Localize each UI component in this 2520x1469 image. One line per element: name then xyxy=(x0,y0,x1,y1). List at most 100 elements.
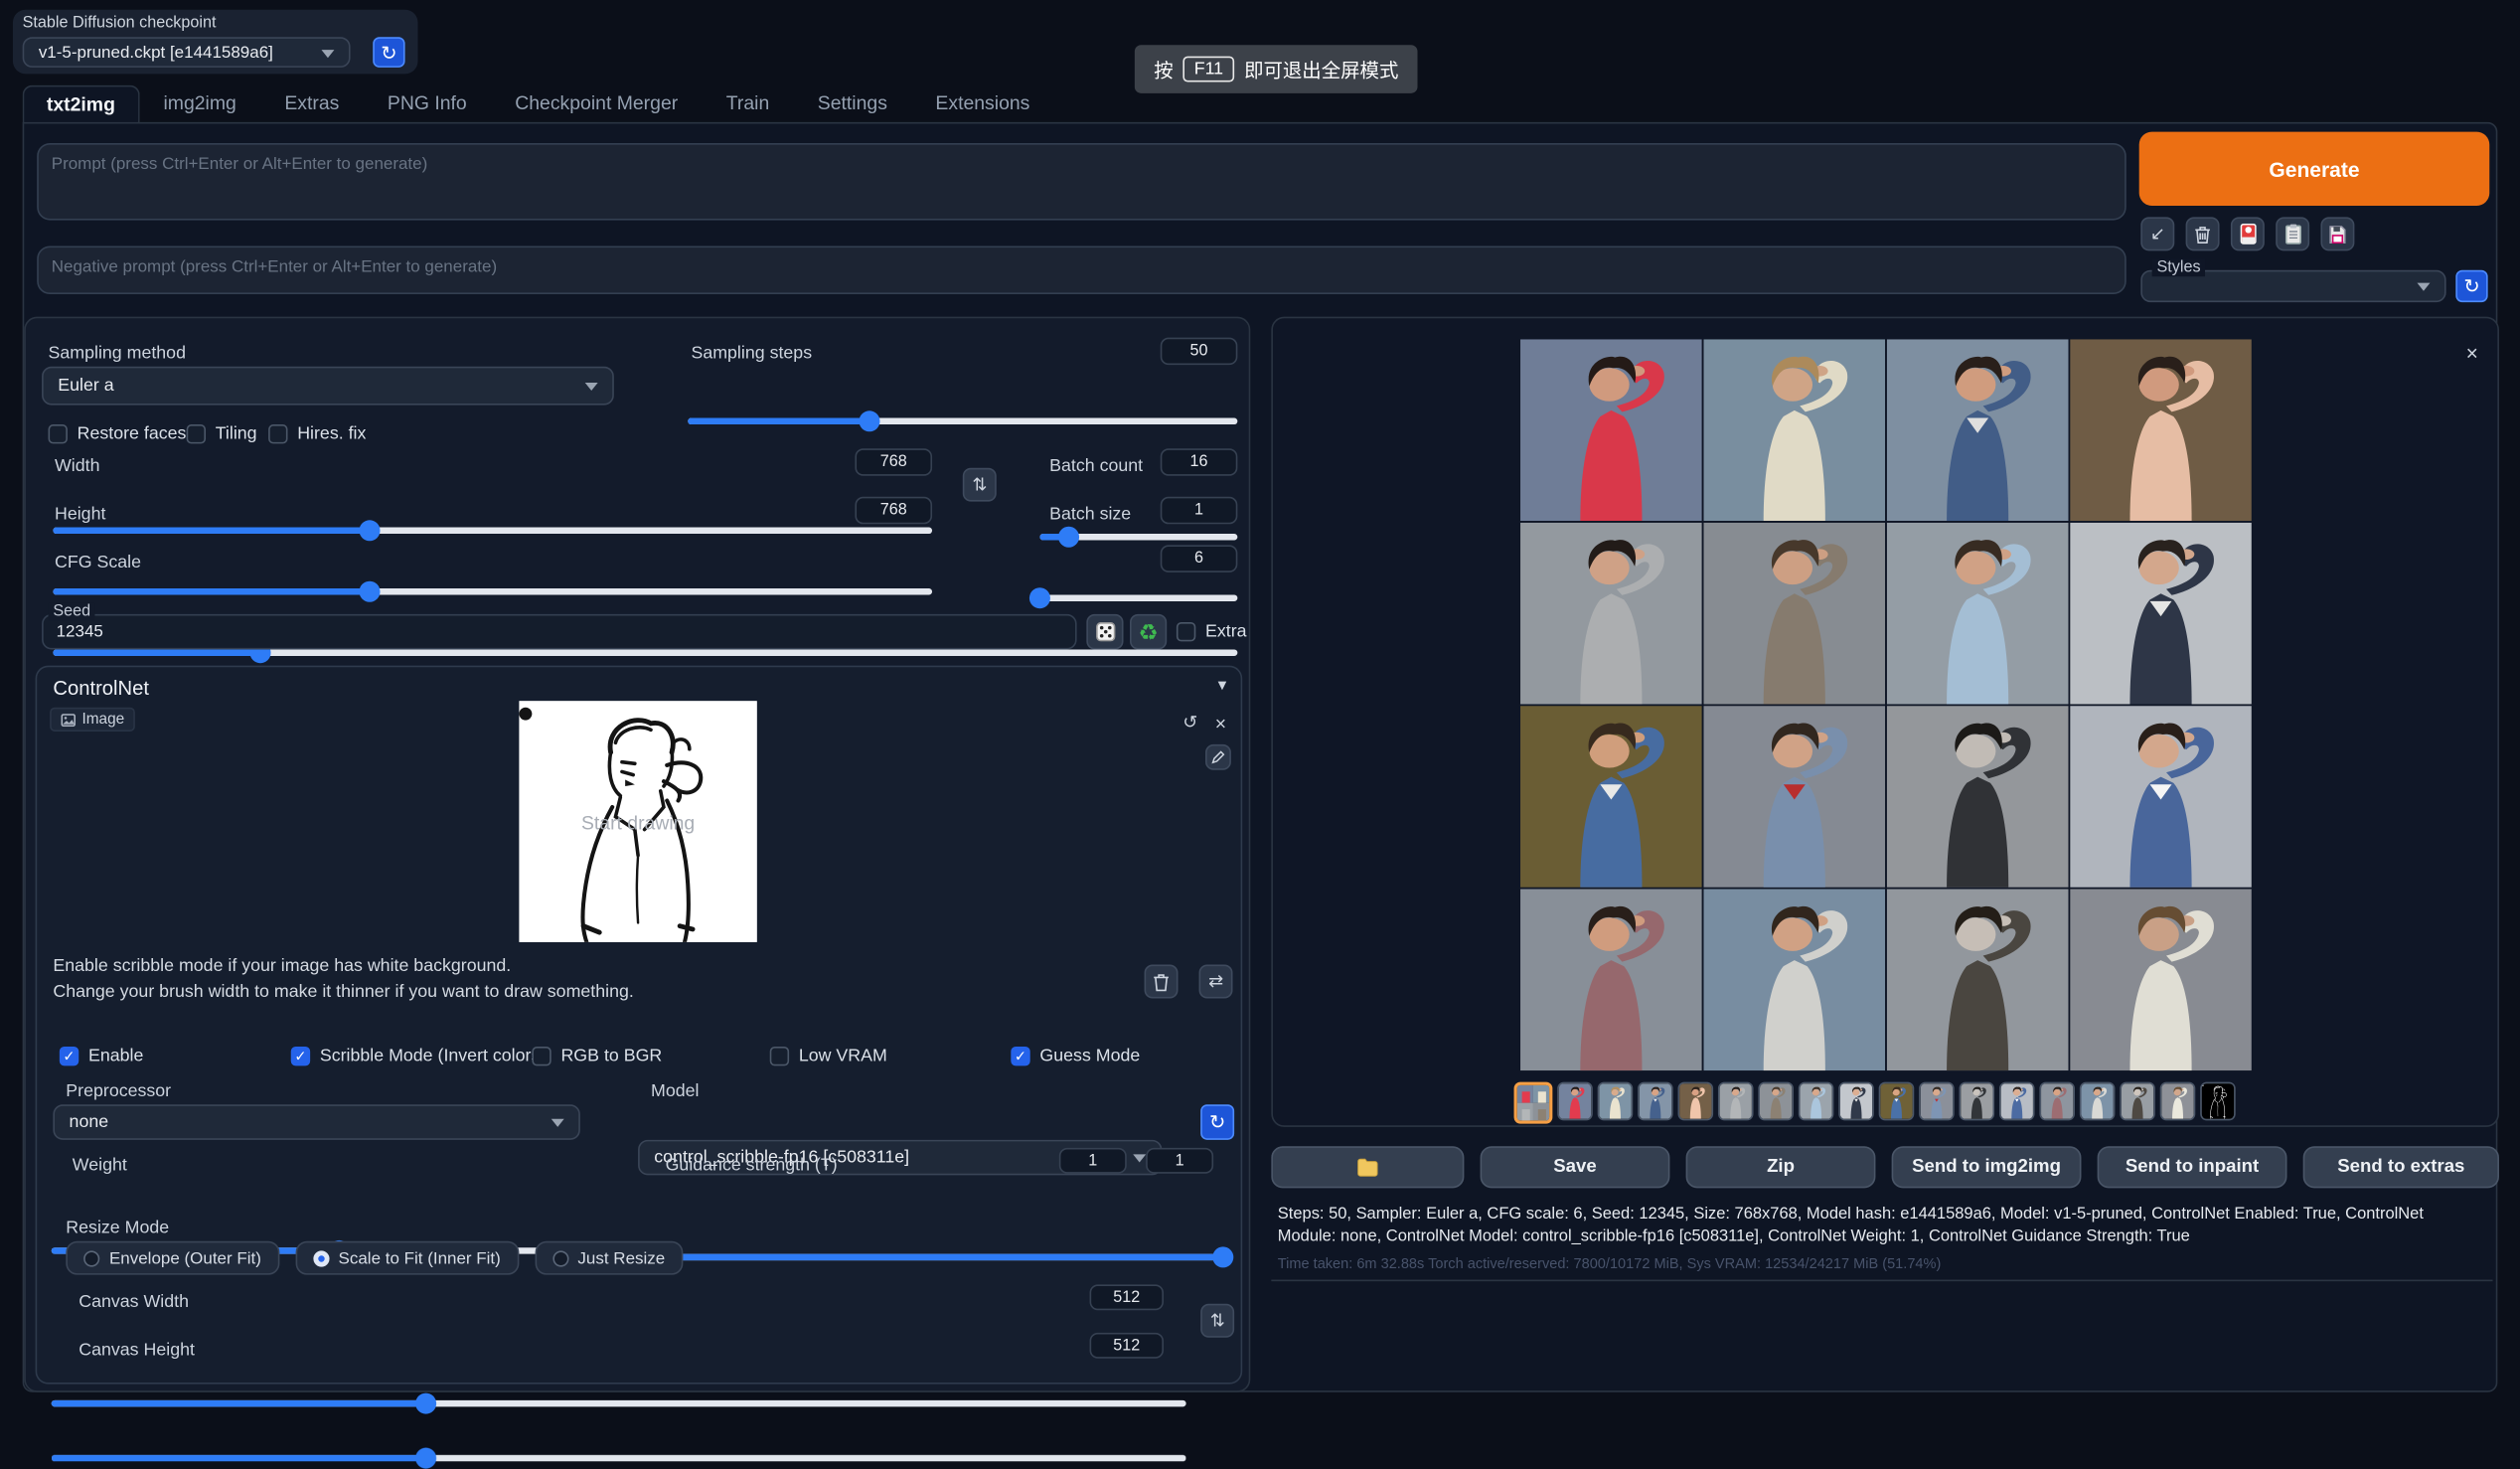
gallery-image-13[interactable] xyxy=(1520,889,1702,1070)
gallery-image-16[interactable] xyxy=(2070,889,2252,1070)
width-input[interactable]: 768 xyxy=(855,448,932,475)
close-gallery-icon[interactable]: × xyxy=(2466,341,2478,365)
thumbnail-image-11[interactable] xyxy=(1960,1082,1995,1121)
guess-mode-checkbox[interactable]: ✓Guess Mode xyxy=(1011,1047,1140,1065)
prompt-input[interactable]: Prompt (press Ctrl+Enter or Alt+Enter to… xyxy=(37,143,2126,221)
thumbnail-image-9[interactable] xyxy=(1879,1082,1915,1121)
hires-fix-checkbox[interactable]: ✓Hires. fix xyxy=(268,424,366,443)
paste-params-button[interactable]: ↙ xyxy=(2140,217,2174,250)
apply-style-button[interactable] xyxy=(2276,217,2309,250)
rgb-to-bgr-checkbox[interactable]: ✓RGB to BGR xyxy=(532,1047,662,1065)
canvas-height-slider[interactable] xyxy=(52,1455,1186,1461)
thumbnail-image-15[interactable] xyxy=(2120,1082,2155,1121)
tiling-checkbox[interactable]: ✓Tiling xyxy=(187,424,257,443)
save-style-button[interactable] xyxy=(2320,217,2354,250)
width-slider[interactable] xyxy=(53,528,932,534)
canvas-width-slider[interactable] xyxy=(52,1400,1186,1406)
thumbnail-image-3[interactable] xyxy=(1638,1082,1673,1121)
gallery-image-12[interactable] xyxy=(2070,706,2252,888)
clear-prompt-button[interactable] xyxy=(2186,217,2220,250)
gallery-image-4[interactable] xyxy=(2070,339,2252,521)
resize-mode-option-3[interactable]: Just Resize xyxy=(535,1241,683,1275)
thumbnail-image-7[interactable] xyxy=(1799,1082,1834,1121)
tab-train[interactable]: Train xyxy=(702,83,793,122)
gallery-image-11[interactable] xyxy=(1887,706,2069,888)
controlnet-enable-checkbox[interactable]: ✓Enable xyxy=(60,1047,144,1065)
thumbnail-image-10[interactable] xyxy=(1919,1082,1955,1121)
seed-input[interactable]: 12345 xyxy=(42,614,1077,650)
batch-count-slider[interactable] xyxy=(1039,534,1237,540)
thumbnail-image-13[interactable] xyxy=(2039,1082,2075,1121)
gallery-image-3[interactable] xyxy=(1887,339,2069,521)
model-refresh-button[interactable]: ↻ xyxy=(1200,1104,1234,1140)
resize-mode-option-2[interactable]: Scale to Fit (Inner Fit) xyxy=(295,1241,519,1275)
tab-extensions[interactable]: Extensions xyxy=(911,83,1053,122)
canvas-width-input[interactable]: 512 xyxy=(1090,1284,1164,1310)
tab-settings[interactable]: Settings xyxy=(794,83,912,122)
undo-drawing-button[interactable]: ↺ xyxy=(1179,711,1202,734)
send-to-img2img-button[interactable]: Send to img2img xyxy=(1892,1146,2082,1188)
thumbnail-image-4[interactable] xyxy=(1678,1082,1714,1121)
resize-mode-option-1[interactable]: Envelope (Outer Fit) xyxy=(66,1241,278,1275)
tab-img2img[interactable]: img2img xyxy=(139,83,260,122)
gallery-image-2[interactable] xyxy=(1703,339,1885,521)
guidance-strength-slider[interactable] xyxy=(649,1254,1222,1260)
thumbnail-image-14[interactable] xyxy=(2080,1082,2116,1121)
clear-canvas-button[interactable] xyxy=(1145,965,1179,999)
cfg-scale-slider[interactable] xyxy=(53,649,1237,655)
generate-button[interactable]: Generate xyxy=(2139,132,2490,206)
send-to-extras-button[interactable]: Send to extras xyxy=(2303,1146,2499,1188)
scribble-mode-checkbox[interactable]: ✓Scribble Mode (Invert colors) xyxy=(291,1047,547,1065)
batch-size-slider[interactable] xyxy=(1039,594,1237,600)
thumbnail-image-6[interactable] xyxy=(1758,1082,1794,1121)
gallery-image-10[interactable] xyxy=(1703,706,1885,888)
sampling-steps-slider[interactable] xyxy=(688,418,1237,424)
tab-png-info[interactable]: PNG Info xyxy=(364,83,491,122)
canvas-height-input[interactable]: 512 xyxy=(1090,1333,1164,1359)
brush-button[interactable] xyxy=(1205,744,1231,770)
guidance-strength-input[interactable]: 1 xyxy=(1146,1148,1213,1174)
gallery-image-9[interactable] xyxy=(1520,706,1702,888)
thumbnail-image-16[interactable] xyxy=(2160,1082,2196,1121)
height-input[interactable]: 768 xyxy=(855,497,932,524)
batch-count-input[interactable]: 16 xyxy=(1161,448,1238,475)
thumbnail-scribble-map[interactable] xyxy=(2200,1082,2236,1121)
gallery-image-6[interactable] xyxy=(1703,523,1885,705)
weight-input[interactable]: 1 xyxy=(1059,1148,1127,1174)
zip-button[interactable]: Zip xyxy=(1686,1146,1876,1188)
sampling-method-select[interactable]: Euler a xyxy=(42,367,614,406)
gallery-image-8[interactable] xyxy=(2070,523,2252,705)
sampling-steps-input[interactable]: 50 xyxy=(1161,338,1238,365)
swap-dimensions-button[interactable]: ⇅ xyxy=(963,468,997,502)
gallery-image-15[interactable] xyxy=(1887,889,2069,1070)
thumbnail-image-8[interactable] xyxy=(1838,1082,1874,1121)
style-card-button[interactable] xyxy=(2231,217,2265,250)
swap-canvas-size-button[interactable]: ⇅ xyxy=(1200,1304,1234,1338)
cfg-scale-input[interactable]: 6 xyxy=(1161,545,1238,571)
tab-extras[interactable]: Extras xyxy=(260,83,364,122)
gallery-image-5[interactable] xyxy=(1520,523,1702,705)
thumbnail-image-1[interactable] xyxy=(1557,1082,1593,1121)
send-to-inpaint-button[interactable]: Send to inpaint xyxy=(2098,1146,2287,1188)
thumbnail-image-2[interactable] xyxy=(1598,1082,1634,1121)
gallery-image-1[interactable] xyxy=(1520,339,1702,521)
tab-checkpoint-merger[interactable]: Checkpoint Merger xyxy=(491,83,703,122)
thumbnail-image-12[interactable] xyxy=(1999,1082,2035,1121)
thumbnail-image-5[interactable] xyxy=(1718,1082,1754,1121)
gallery-image-14[interactable] xyxy=(1703,889,1885,1070)
styles-refresh-button[interactable]: ↻ xyxy=(2455,270,2487,302)
swap-canvas-button[interactable]: ⇄ xyxy=(1199,965,1233,999)
thumbnail-grid[interactable] xyxy=(1514,1082,1553,1124)
reuse-seed-button[interactable]: ♻ xyxy=(1130,614,1167,650)
preprocessor-select[interactable]: none xyxy=(53,1104,579,1140)
collapse-icon[interactable]: ▼ xyxy=(1215,677,1229,693)
open-folder-button[interactable] xyxy=(1271,1146,1464,1188)
negative-prompt-input[interactable]: Negative prompt (press Ctrl+Enter or Alt… xyxy=(37,245,2126,294)
controlnet-canvas[interactable]: Start drawing xyxy=(519,701,756,942)
tab-txt2img[interactable]: txt2img xyxy=(23,85,140,124)
checkpoint-select[interactable]: v1-5-pruned.ckpt [e1441589a6] xyxy=(23,37,351,68)
low-vram-checkbox[interactable]: ✓Low VRAM xyxy=(770,1047,887,1065)
image-tab-chip[interactable]: Image xyxy=(50,708,135,732)
clear-image-button[interactable]: × xyxy=(1208,711,1232,734)
height-slider[interactable] xyxy=(53,588,932,594)
